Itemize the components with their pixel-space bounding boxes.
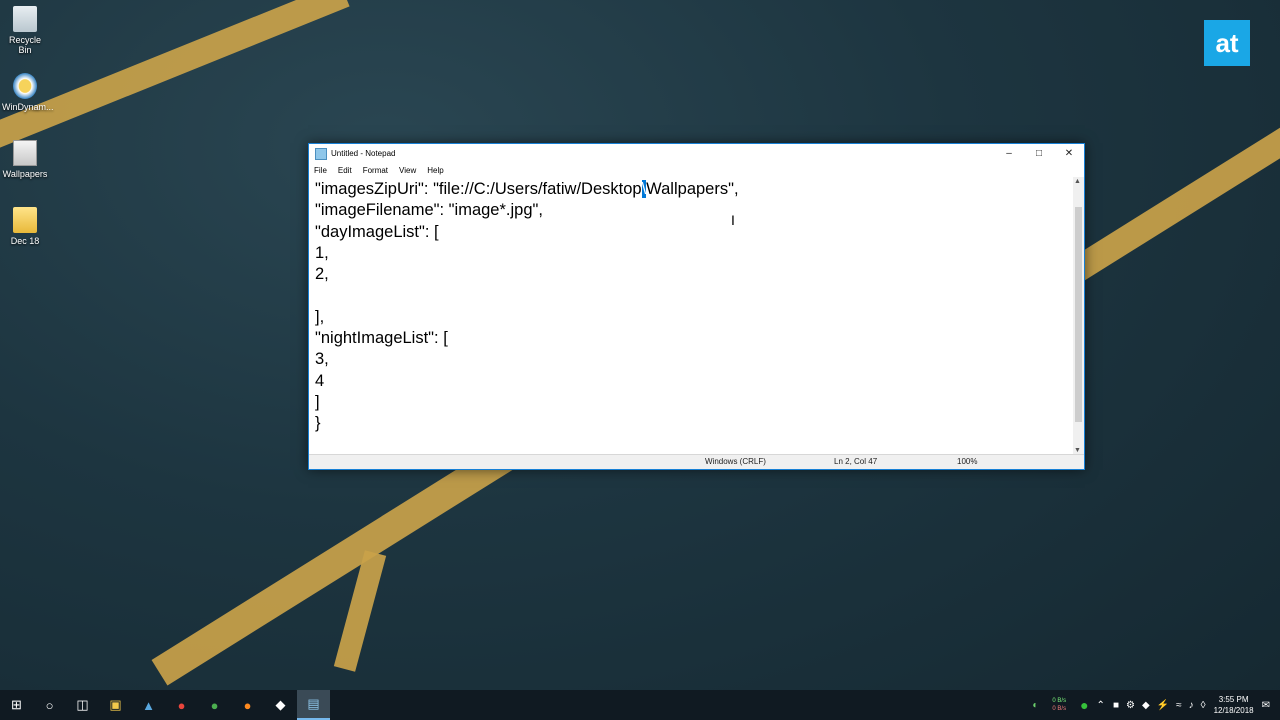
menu-edit[interactable]: Edit xyxy=(338,166,352,175)
text-cursor-icon: I xyxy=(731,212,735,228)
app-icon[interactable]: ▲ xyxy=(132,690,165,720)
menu-file[interactable]: File xyxy=(314,166,327,175)
desktop-icon-windynamic[interactable]: WinDynam... xyxy=(2,73,54,112)
task-view-icon[interactable]: ◫ xyxy=(66,690,99,720)
desktop-icon-dec-18[interactable]: Dec 18 xyxy=(2,207,48,246)
editor-line: 3, xyxy=(315,350,329,369)
chrome-alt-icon[interactable]: ● xyxy=(198,690,231,720)
editor-line: 2, xyxy=(315,265,329,284)
editor-line: "dayImageList": [ xyxy=(315,222,439,241)
firefox-icon[interactable]: ● xyxy=(231,690,264,720)
desktop-icon-recycle-bin[interactable]: Recycle Bin xyxy=(2,6,48,55)
update-icon[interactable]: ◐ xyxy=(1032,700,1038,711)
menu-bar: File Edit Format View Help xyxy=(309,163,1084,177)
editor-line: } xyxy=(315,414,321,433)
tray-app-icon[interactable]: ■ xyxy=(1113,700,1119,711)
menu-format[interactable]: Format xyxy=(363,166,388,175)
notepad-icon xyxy=(315,147,327,160)
scroll-up-icon[interactable]: ▲ xyxy=(1074,178,1081,185)
editor-line: "imagesZipUri": "file://C:/Users/fatiw/D… xyxy=(315,180,739,198)
chrome-icon[interactable]: ● xyxy=(165,690,198,720)
folder-icon xyxy=(13,207,37,233)
editor-line: "nightImageList": [ xyxy=(315,329,448,348)
scroll-down-icon[interactable]: ▼ xyxy=(1074,447,1081,454)
status-encoding: Windows (CRLF) xyxy=(705,457,766,466)
app-dark-icon[interactable]: ◆ xyxy=(264,690,297,720)
clock[interactable]: 3:55 PM 12/18/2018 xyxy=(1214,694,1254,716)
wallpaper-stripe xyxy=(0,0,350,164)
wallpapers-icon xyxy=(13,140,37,166)
window-title: Untitled - Notepad xyxy=(331,149,396,158)
settings-icon[interactable]: ⚙ xyxy=(1126,700,1135,711)
menu-view[interactable]: View xyxy=(399,166,416,175)
editor-line: ] xyxy=(315,392,320,411)
notifications-icon[interactable]: ✉ xyxy=(1262,700,1270,711)
wifi-icon[interactable]: ≈ xyxy=(1176,700,1182,711)
desktop-icon-wallpapers[interactable]: Wallpapers xyxy=(2,140,48,179)
editor-line: "imageFilename": "image*.jpg", xyxy=(315,201,543,220)
taskbar: ⊞ ○ ◫ ▣ ▲ ● ● ● ◆ ▤ ◐ 0 B/s 0 B/s ● ⌃ ■ … xyxy=(0,690,1280,720)
title-bar[interactable]: Untitled - Notepad – □ ✕ xyxy=(309,144,1084,163)
notepad-taskbar-icon[interactable]: ▤ xyxy=(297,690,330,720)
recycle-bin-icon xyxy=(13,6,37,32)
system-tray: ◐ 0 B/s 0 B/s ● ⌃ ■ ⚙ ◆ ⚡ ≈ ♪ ◊ 3:55 PM … xyxy=(1032,690,1280,720)
search-icon[interactable]: ○ xyxy=(33,690,66,720)
file-explorer-icon[interactable]: ▣ xyxy=(99,690,132,720)
editor-line: 1, xyxy=(315,243,329,262)
chevron-up-icon[interactable]: ⌃ xyxy=(1097,700,1105,711)
status-bar: Windows (CRLF) Ln 2, Col 47 100% xyxy=(309,454,1084,469)
status-position: Ln 2, Col 47 xyxy=(834,457,878,466)
status-circle-icon[interactable]: ● xyxy=(1080,697,1088,713)
editor-line: 4 xyxy=(315,371,325,390)
network-meter: 0 B/s 0 B/s xyxy=(1052,698,1067,712)
power-icon[interactable]: ⚡ xyxy=(1157,700,1169,711)
start-icon[interactable]: ⊞ xyxy=(0,690,33,720)
brand-logo: at xyxy=(1204,20,1250,66)
notepad-window: Untitled - Notepad – □ ✕ File Edit Forma… xyxy=(308,143,1085,470)
status-zoom: 100% xyxy=(957,457,978,466)
text-editor[interactable]: "imagesZipUri": "file://C:/Users/fatiw/D… xyxy=(309,177,1072,455)
menu-help[interactable]: Help xyxy=(427,166,443,175)
editor-line: ], xyxy=(315,307,325,326)
maximize-button[interactable]: □ xyxy=(1024,144,1054,163)
windynamic-icon xyxy=(13,73,37,99)
language-icon[interactable]: ◊ xyxy=(1201,700,1206,711)
volume-icon[interactable]: ♪ xyxy=(1189,700,1194,711)
close-button[interactable]: ✕ xyxy=(1054,144,1084,163)
scroll-thumb[interactable] xyxy=(1075,207,1082,422)
minimize-button[interactable]: – xyxy=(994,144,1024,163)
vertical-scrollbar[interactable]: ▲ ▼ xyxy=(1073,177,1084,455)
dropbox-icon[interactable]: ◆ xyxy=(1142,700,1150,711)
